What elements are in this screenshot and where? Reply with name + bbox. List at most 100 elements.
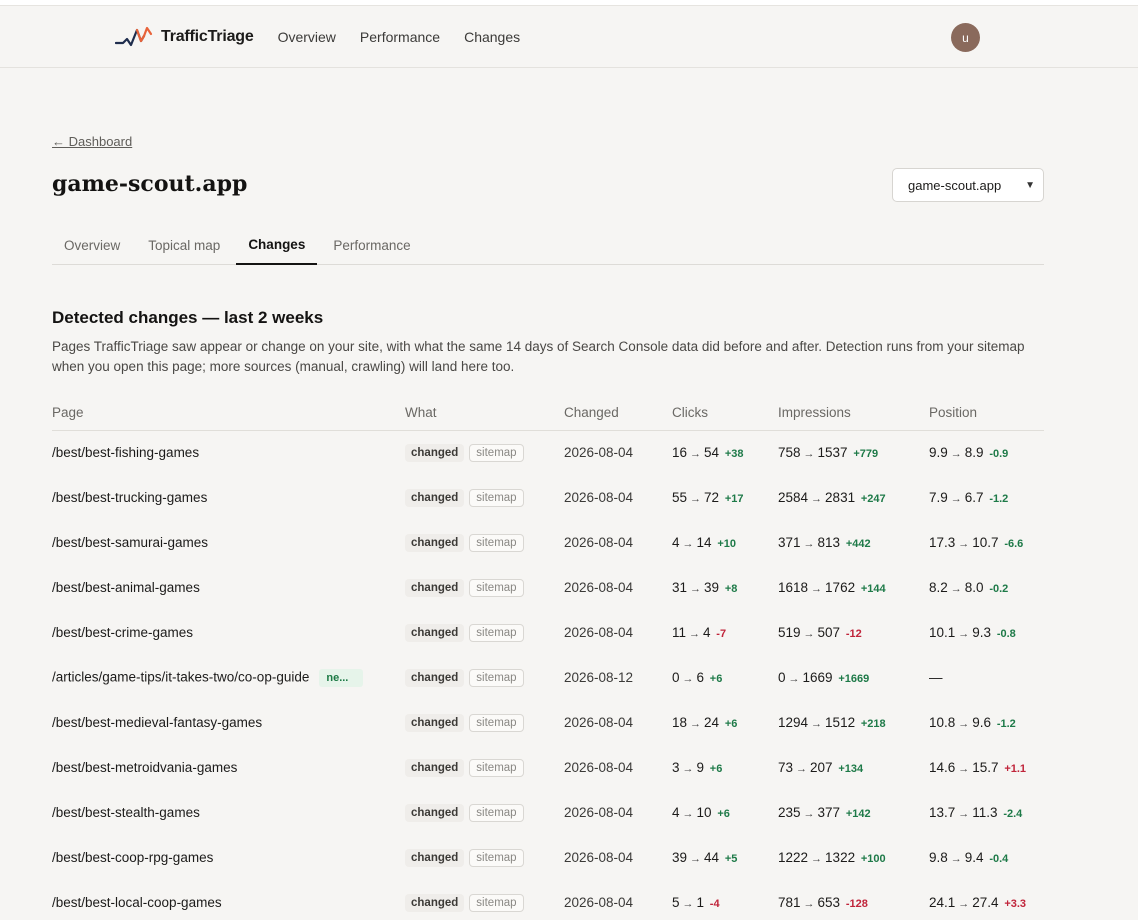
impressions-cell: 371 → 813 +442 bbox=[778, 520, 929, 565]
source-badge: sitemap bbox=[469, 758, 524, 777]
position-before: 9.8 bbox=[929, 850, 948, 865]
clicks-delta: +6 bbox=[717, 808, 730, 820]
impressions-before: 1618 bbox=[778, 580, 809, 595]
table-row[interactable]: /best/best-medieval-fantasy-games changed… bbox=[52, 700, 1044, 745]
clicks-delta: +6 bbox=[709, 673, 723, 685]
clicks-after: 39 bbox=[704, 580, 720, 595]
arrow-icon: → bbox=[811, 583, 823, 595]
clicks-cell: 0 → 6 +6 bbox=[672, 655, 778, 700]
change-kind-badge: changed bbox=[405, 578, 465, 597]
clicks-after: 10 bbox=[696, 805, 712, 820]
page-path-link[interactable]: /best/best-crime-games bbox=[52, 625, 193, 640]
back-to-dashboard-link[interactable]: ← Dashboard bbox=[52, 134, 132, 149]
clicks-delta: +10 bbox=[717, 538, 736, 550]
impressions-delta: +144 bbox=[860, 583, 886, 595]
topnav-performance[interactable]: Performance bbox=[360, 29, 440, 45]
topnav-changes[interactable]: Changes bbox=[464, 29, 520, 45]
clicks-delta: +38 bbox=[724, 448, 744, 461]
arrow-icon: → bbox=[811, 718, 823, 730]
page-cell: /best/best-metroidvania-games bbox=[52, 745, 405, 790]
tab-overview[interactable]: Overview bbox=[52, 226, 132, 264]
position-after: 11.3 bbox=[972, 805, 998, 820]
table-row[interactable]: /best/best-crime-games changed sitemap 2026… bbox=[52, 610, 1044, 655]
impressions-after: 653 bbox=[817, 895, 841, 910]
tab-topical-map[interactable]: Topical map bbox=[136, 226, 232, 264]
page-path-link[interactable]: /best/best-metroidvania-games bbox=[52, 760, 237, 775]
arrow-icon: → bbox=[690, 583, 702, 595]
impressions-before: 0 bbox=[778, 670, 786, 685]
table-row[interactable]: /best/best-metroidvania-games changed site… bbox=[52, 745, 1044, 790]
clicks-delta: -4 bbox=[709, 898, 720, 910]
position-after: 27.4 bbox=[972, 895, 999, 910]
position-after: 9.6 bbox=[972, 715, 992, 730]
what-cell: changed sitemap bbox=[405, 835, 564, 880]
arrow-icon: → bbox=[690, 448, 702, 461]
impressions-delta: -12 bbox=[845, 628, 862, 640]
arrow-icon: → bbox=[682, 673, 694, 685]
impressions-before: 758 bbox=[778, 445, 801, 461]
table-row[interactable]: /best/best-local-coop-games changed sitema… bbox=[52, 880, 1044, 920]
table-row[interactable]: /articles/game-tips/it-takes-two/co-op-g… bbox=[52, 655, 1044, 700]
position-before: 9.9 bbox=[929, 445, 948, 461]
column-header-changed: Changed bbox=[564, 396, 672, 431]
topnav-overview[interactable]: Overview bbox=[278, 29, 336, 45]
page-path-link[interactable]: /articles/game-tips/it-takes-two/co-op-g… bbox=[52, 669, 309, 684]
table-row[interactable]: /best/best-animal-games changed sitemap 202… bbox=[52, 565, 1044, 610]
page-path-link[interactable]: /best/best-trucking-games bbox=[52, 490, 207, 505]
tab-changes[interactable]: Changes bbox=[236, 226, 318, 265]
impressions-cell: 73 → 207 +134 bbox=[778, 745, 929, 790]
page-path-link[interactable]: /best/best-samurai-games bbox=[52, 535, 208, 550]
tab-performance[interactable]: Performance bbox=[321, 226, 422, 264]
position-cell: 9.8 → 9.4 -0.4 bbox=[929, 835, 1044, 880]
change-kind-badge: changed bbox=[405, 533, 465, 552]
arrow-icon: → bbox=[950, 448, 962, 461]
change-kind-badge: changed bbox=[405, 713, 465, 732]
avatar[interactable]: u bbox=[951, 23, 980, 52]
column-header-page: Page bbox=[52, 396, 405, 431]
table-row[interactable]: /best/best-coop-rpg-games changed sitemap 2… bbox=[52, 835, 1044, 880]
impressions-cell: 1222 → 1322 +100 bbox=[778, 835, 929, 880]
arrow-icon: → bbox=[690, 493, 702, 505]
site-select[interactable]: game-scout.app ▼ bbox=[892, 168, 1044, 202]
what-cell: changed sitemap bbox=[405, 790, 564, 835]
position-cell: 7.9 → 6.7 -1.2 bbox=[929, 475, 1044, 520]
brand[interactable]: TrafficTriage bbox=[115, 24, 254, 50]
page-path-link[interactable]: /best/best-animal-games bbox=[52, 580, 200, 595]
impressions-before: 519 bbox=[778, 625, 801, 640]
page-path-link[interactable]: /best/best-medieval-fantasy-games bbox=[52, 715, 262, 730]
page-path-link[interactable]: /best/best-fishing-games bbox=[52, 445, 199, 460]
impressions-before: 235 bbox=[778, 805, 801, 820]
arrow-icon: → bbox=[690, 853, 702, 865]
impressions-delta: +100 bbox=[860, 853, 886, 865]
position-cell: 8.2 → 8.0 -0.2 bbox=[929, 565, 1044, 610]
impressions-cell: 781 → 653 -128 bbox=[778, 880, 929, 920]
impressions-after: 1762 bbox=[825, 580, 856, 595]
arrow-icon: → bbox=[811, 493, 823, 505]
arrow-icon: → bbox=[958, 763, 970, 775]
page-path-link[interactable]: /best/best-local-coop-games bbox=[52, 895, 222, 910]
page-path-link[interactable]: /best/best-coop-rpg-games bbox=[52, 850, 213, 865]
position-cell: — bbox=[929, 655, 1044, 700]
source-badge: sitemap bbox=[469, 803, 524, 822]
table-row[interactable]: /best/best-samurai-games changed sitemap 20… bbox=[52, 520, 1044, 565]
table-row[interactable]: /best/best-fishing-games changed sitemap 20… bbox=[52, 430, 1044, 475]
section-description: Pages TrafficTriage saw appear or change… bbox=[52, 339, 1025, 374]
table-row[interactable]: /best/best-stealth-games changed sitemap 20… bbox=[52, 790, 1044, 835]
impressions-after: 1322 bbox=[825, 850, 856, 865]
clicks-cell: 55 → 72 +17 bbox=[672, 475, 778, 520]
arrow-icon: → bbox=[690, 718, 702, 730]
clicks-before: 39 bbox=[672, 850, 688, 865]
position-before: 10.1 bbox=[929, 625, 956, 640]
page-path-link[interactable]: /best/best-stealth-games bbox=[52, 805, 200, 820]
impressions-delta: +1669 bbox=[838, 673, 870, 685]
impressions-before: 73 bbox=[778, 760, 794, 775]
clicks-after: 4 bbox=[703, 625, 711, 640]
arrow-icon: → bbox=[958, 538, 970, 550]
column-header-position: Position bbox=[929, 396, 1044, 431]
table-body: /best/best-fishing-games changed sitemap 20… bbox=[52, 430, 1044, 920]
table-row[interactable]: /best/best-trucking-games changed sitemap 2… bbox=[52, 475, 1044, 520]
clicks-after: 72 bbox=[704, 490, 720, 505]
arrow-icon: → bbox=[958, 898, 970, 910]
impressions-after: 1669 bbox=[802, 670, 833, 685]
clicks-cell: 4 → 14 +10 bbox=[672, 520, 778, 565]
